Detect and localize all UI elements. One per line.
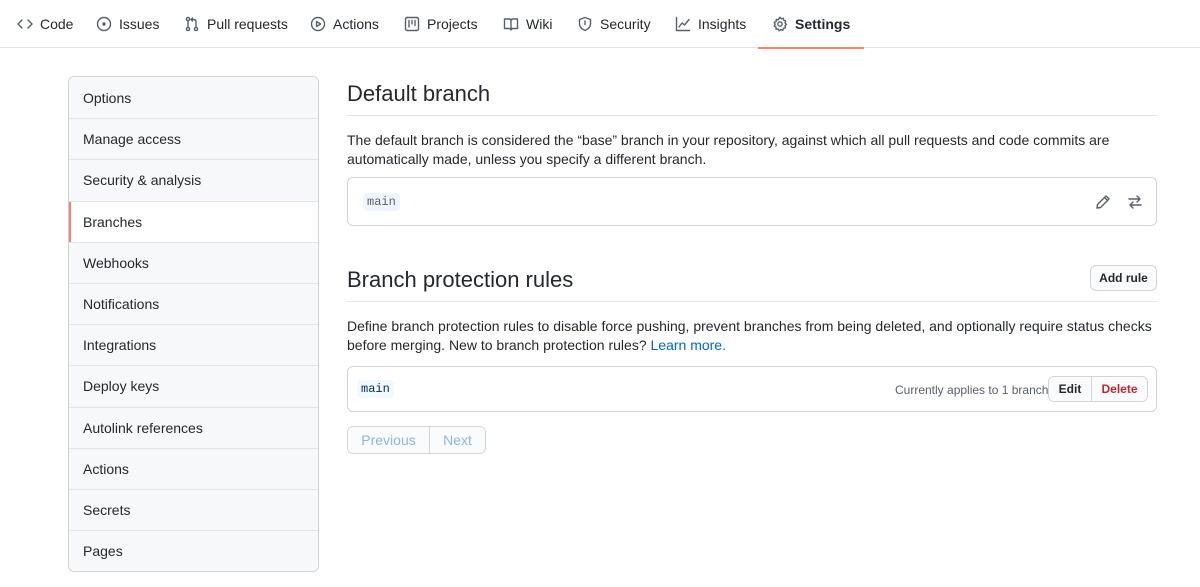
repo-nav: Code Issues Pull requests Actions Projec… [0, 0, 1200, 49]
main-content: Default branch The default branch is con… [347, 76, 1157, 454]
sidebar-item-autolink-references[interactable]: Autolink references [69, 406, 318, 448]
sidebar-item-label: Webhooks [83, 254, 149, 271]
protection-description-text: Define branch protection rules to disabl… [347, 318, 1152, 353]
tab-label: Security [600, 16, 651, 32]
shield-icon [578, 16, 592, 32]
tab-label: Actions [333, 16, 379, 32]
book-icon [503, 18, 519, 31]
pagination: Previous Next [347, 426, 486, 454]
protection-rule-row: main Currently applies to 1 branch Edit … [347, 366, 1157, 412]
protection-description: Define branch protection rules to disabl… [347, 317, 1157, 355]
protection-header: Branch protection rules Add rule [347, 262, 1157, 302]
sidebar-item-branches[interactable]: Branches [69, 200, 318, 242]
sidebar-item-notifications[interactable]: Notifications [69, 282, 318, 325]
tab-label: Issues [119, 16, 160, 32]
sidebar-item-integrations[interactable]: Integrations [69, 324, 318, 366]
delete-rule-button[interactable]: Delete [1091, 377, 1147, 401]
sidebar-item-label: Integrations [83, 337, 157, 354]
sidebar-item-label: Deploy keys [83, 378, 160, 395]
sidebar-item-deploy-keys[interactable]: Deploy keys [69, 365, 318, 407]
tab-label: Pull requests [207, 16, 288, 32]
sidebar-item-label: Notifications [83, 296, 160, 313]
code-icon [17, 19, 33, 29]
sidebar-item-label: Security & analysis [83, 172, 202, 189]
sidebar-item-label: Actions [83, 460, 129, 477]
sidebar-item-label: Manage access [83, 131, 182, 148]
sidebar-item-options[interactable]: Options [69, 77, 318, 119]
tab-wiki[interactable]: Wiki [503, 0, 552, 48]
graph-icon [675, 16, 691, 32]
default-branch-box: main [347, 177, 1157, 226]
sidebar-item-webhooks[interactable]: Webhooks [69, 241, 318, 283]
previous-page-button[interactable]: Previous [348, 427, 429, 453]
tab-security[interactable]: Security [577, 0, 651, 48]
gear-icon [773, 16, 788, 32]
tab-code[interactable]: Code [17, 0, 73, 48]
project-icon [404, 16, 420, 32]
issue-opened-icon [96, 16, 112, 32]
tab-issues[interactable]: Issues [96, 0, 159, 48]
tab-label: Code [40, 16, 74, 32]
tab-actions[interactable]: Actions [310, 0, 379, 48]
tab-label: Settings [795, 16, 851, 32]
tab-label: Insights [698, 16, 747, 32]
git-pull-request-icon [185, 16, 199, 32]
tab-pull-requests[interactable]: Pull requests [184, 0, 288, 48]
learn-more-link[interactable]: Learn more. [651, 337, 726, 353]
sidebar-item-label: Secrets [83, 501, 131, 518]
sidebar-item-actions[interactable]: Actions [69, 447, 318, 489]
rule-pattern: main [357, 380, 394, 398]
add-rule-button[interactable]: Add rule [1090, 265, 1157, 291]
edit-rule-button[interactable]: Edit [1049, 377, 1091, 401]
sidebar-item-security-analysis[interactable]: Security & analysis [69, 159, 318, 201]
sidebar-item-manage-access[interactable]: Manage access [69, 118, 318, 160]
tab-projects[interactable]: Projects [404, 0, 478, 48]
default-branch-header: Default branch [347, 76, 1157, 116]
default-branch-description: The default branch is considered the “ba… [347, 132, 1110, 167]
arrow-switch-icon[interactable] [1127, 194, 1145, 212]
default-branch-title: Default branch [347, 81, 491, 106]
tab-insights[interactable]: Insights [675, 0, 746, 48]
tab-label: Projects [427, 16, 478, 32]
tab-settings[interactable]: Settings [758, 0, 865, 49]
sidebar-item-label: Options [83, 89, 132, 106]
sidebar-item-label: Pages [83, 543, 123, 560]
sidebar-item-secrets[interactable]: Secrets [69, 488, 318, 531]
rule-applies-text: Currently applies to 1 branch [895, 383, 1049, 397]
play-icon [310, 16, 326, 32]
settings-sidebar: Options Manage access Security & analysi… [68, 76, 319, 573]
protection-title: Branch protection rules [347, 267, 574, 292]
sidebar-item-pages[interactable]: Pages [69, 530, 318, 572]
tab-label: Wiki [526, 16, 553, 32]
pencil-icon[interactable] [1095, 194, 1113, 212]
sidebar-item-label: Branches [83, 213, 143, 230]
selected-tab-underline [758, 47, 865, 49]
rule-actions: Edit Delete [1048, 376, 1148, 402]
sidebar-item-label: Autolink references [83, 419, 203, 436]
default-branch-name: main [363, 193, 400, 211]
next-page-button[interactable]: Next [429, 427, 485, 453]
